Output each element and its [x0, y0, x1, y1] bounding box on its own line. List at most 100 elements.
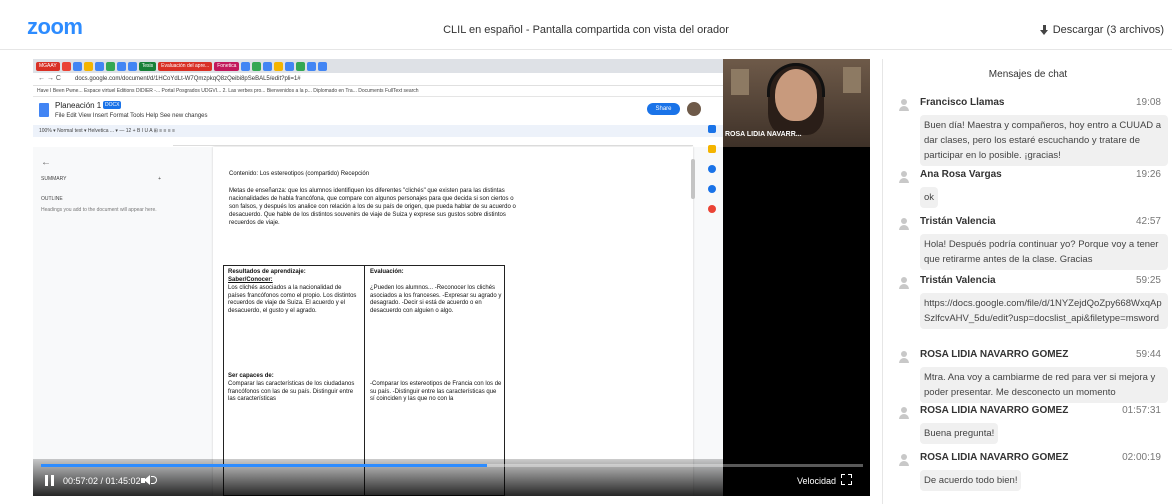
add-summary-icon[interactable]: +: [158, 176, 161, 182]
table-cell: Resultados de aprendizaje:: [228, 269, 306, 275]
playback-time: 00:57:02 / 01:45:02: [63, 476, 141, 486]
tab-favicon[interactable]: [318, 61, 328, 71]
message-time: 42:57: [1135, 216, 1161, 227]
browser-tab[interactable]: Evaluación del apre...: [158, 61, 213, 71]
tasks-icon[interactable]: [708, 165, 716, 173]
document-name[interactable]: Planeación 1: [55, 101, 101, 110]
tab-favicon[interactable]: [83, 61, 93, 71]
video-player[interactable]: MGAAY Tesis Evaluación del apre... Fonet…: [33, 59, 870, 496]
speaker-name: ROSA LIDIA NAVARR...: [725, 131, 802, 138]
ruler[interactable]: [173, 138, 693, 146]
download-label: Descargar (3 archivos): [1052, 24, 1164, 36]
tab-favicon[interactable]: [241, 61, 251, 71]
download-button[interactable]: Descargar (3 archivos): [1039, 24, 1164, 36]
shared-screen: MGAAY Tesis Evaluación del apre... Fonet…: [33, 59, 723, 496]
sender-name: Francisco Llamas: [920, 97, 1005, 108]
doc-scrollbar[interactable]: [691, 159, 695, 199]
message-text: De acuerdo todo bien!: [920, 470, 1022, 491]
address-bar[interactable]: ← → C docs.google.com/document/d/1HCoYdL…: [33, 73, 723, 86]
message-time: 19:26: [1135, 169, 1161, 180]
tab-favicon[interactable]: [94, 61, 104, 71]
document-area: ← SUMMARY + OUTLINE Headings you add to …: [33, 147, 723, 496]
table-cell: Saber/Conocer:: [228, 277, 273, 283]
bookmarks-bar[interactable]: Have I Been Pwne... Espace virtuel Editi…: [33, 86, 723, 97]
teaching-goals: Metas de enseñanza: que los alumnos iden…: [229, 188, 516, 226]
tab-favicon[interactable]: [263, 61, 273, 71]
tab-favicon[interactable]: [274, 61, 284, 71]
table-cell: -Comparar los estereotipos de Francia co…: [370, 381, 502, 402]
sender-name: ROSA LIDIA NAVARRO GOMEZ: [920, 405, 1069, 416]
progress-bar[interactable]: [41, 464, 863, 467]
message-text: ok: [920, 187, 939, 208]
avatar: [897, 98, 911, 112]
tab-favicon[interactable]: [116, 61, 126, 71]
message-time: 59:44: [1135, 349, 1161, 360]
tab-favicon[interactable]: [285, 61, 295, 71]
tab-favicon[interactable]: [307, 61, 317, 71]
calendar-icon[interactable]: [708, 125, 716, 133]
browser-tab[interactable]: Fonetica: [214, 61, 240, 71]
recording-title: CLIL en español - Pantalla compartida co…: [443, 24, 729, 36]
back-arrow-icon[interactable]: ←: [41, 157, 161, 168]
fullscreen-icon[interactable]: [841, 474, 852, 485]
progress-fill: [41, 464, 488, 467]
pause-icon[interactable]: [45, 475, 55, 486]
table-cell: Comparar las características de los ciud…: [228, 381, 355, 402]
sender-name: Ana Rosa Vargas: [920, 169, 1002, 180]
contacts-icon[interactable]: [708, 185, 716, 193]
avatar: [897, 170, 911, 184]
docs-toolbar[interactable]: 100% ▾ Normal text ▾ Helvetica ... ▾ — 1…: [33, 125, 723, 137]
avatar: [897, 453, 911, 467]
outline-help-text: Headings you add to the document will ap…: [41, 207, 157, 213]
nav-arrows-icon[interactable]: ← → C: [38, 75, 61, 82]
tab-favicon[interactable]: [72, 61, 82, 71]
docs-header: Planeación 1 DOCX File Edit View Insert …: [33, 97, 723, 125]
browser-tab[interactable]: Tesis: [138, 61, 157, 71]
table-cell: Evaluación:: [370, 269, 404, 275]
message-time: 02:00:19: [1122, 452, 1161, 463]
tab-favicon[interactable]: [61, 61, 71, 71]
message-text: Buena pregunta!: [920, 423, 999, 444]
table-cell: ¿Pueden los alumnos... -Reconocer los cl…: [370, 285, 502, 314]
sender-name: ROSA LIDIA NAVARRO GOMEZ: [920, 452, 1069, 463]
speaker-video: ROSA LIDIA NAVARR...: [723, 59, 870, 147]
outline-label: OUTLINE: [41, 196, 63, 202]
sender-name: Tristán Valencia: [920, 216, 996, 227]
message-time: 19:08: [1135, 97, 1161, 108]
docs-menu[interactable]: File Edit View Insert Format Tools Help …: [55, 113, 208, 119]
keep-icon[interactable]: [708, 145, 716, 153]
browser-tabs: MGAAY Tesis Evaluación del apre... Fonet…: [33, 59, 723, 73]
chat-title: Mensajes de chat: [988, 69, 1068, 80]
tab-favicon[interactable]: [252, 61, 262, 71]
volume-icon[interactable]: [141, 474, 157, 486]
maps-icon[interactable]: [708, 205, 716, 213]
message-text: Buen día! Maestra y compañeros, hoy entr…: [920, 115, 1168, 166]
avatar: [897, 406, 911, 420]
message-text[interactable]: https://docs.google.com/file/d/1NYZejdQo…: [920, 293, 1168, 329]
message-time: 59:25: [1135, 275, 1161, 286]
speed-button[interactable]: Velocidad: [797, 476, 836, 486]
document-page[interactable]: Contenido: Los estereotipos (compartido)…: [213, 147, 693, 496]
docx-badge: DOCX: [103, 101, 122, 109]
url-text[interactable]: docs.google.com/document/d/1HCoYdLt-W7Qm…: [75, 76, 301, 82]
avatar: [897, 217, 911, 231]
download-icon: [1039, 24, 1049, 36]
avatar: [897, 350, 911, 364]
message-text: Hola! Después podría continuar yo? Porqu…: [920, 234, 1168, 270]
content-line: Contenido: Los estereotipos (compartido)…: [229, 171, 370, 177]
speaker-panel-empty: [723, 147, 870, 496]
tab-favicon[interactable]: [105, 61, 115, 71]
avatar: [897, 276, 911, 290]
browser-tab[interactable]: MGAAY: [36, 61, 60, 71]
tab-favicon[interactable]: [127, 61, 137, 71]
side-panel-icons: [705, 125, 719, 213]
summary-label: SUMMARY: [41, 176, 67, 182]
share-button[interactable]: Share: [647, 103, 680, 115]
tab-favicon[interactable]: [296, 61, 306, 71]
avatar[interactable]: [687, 102, 701, 116]
table-cell: Los clichés asociados a la nacionalidad …: [228, 285, 357, 314]
sender-name: ROSA LIDIA NAVARRO GOMEZ: [920, 349, 1069, 360]
top-bar: zoom CLIL en español - Pantalla comparti…: [0, 0, 1172, 50]
table-cell: Ser capaces de:: [228, 373, 274, 379]
document-outline: ← SUMMARY + OUTLINE Headings you add to …: [41, 157, 161, 214]
